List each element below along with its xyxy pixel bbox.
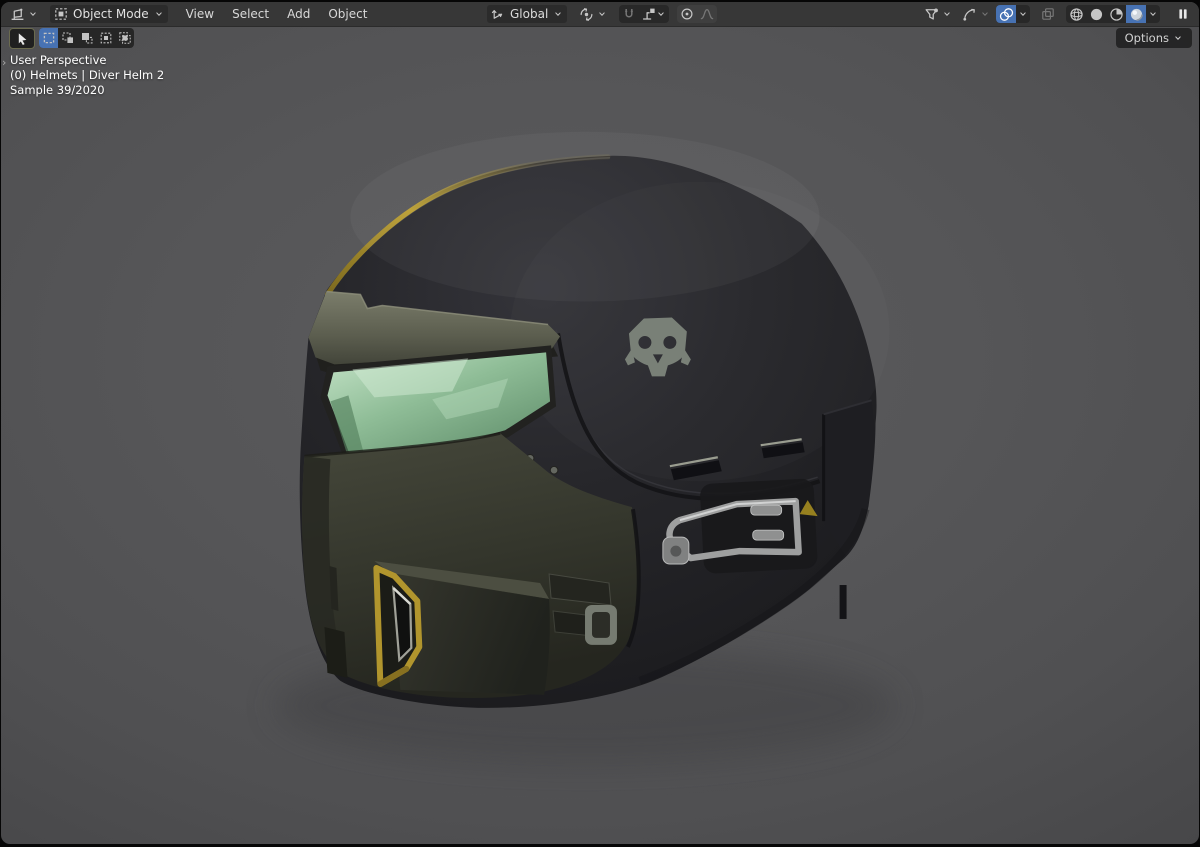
xray-toggle-icon (1041, 7, 1055, 21)
helmet-object (275, 131, 895, 764)
snap-target-icon (642, 7, 656, 21)
shading-solid-button[interactable] (1086, 5, 1106, 23)
select-mode-set[interactable] (39, 28, 58, 48)
filter-funnel-icon (924, 7, 939, 22)
options-label: Options (1124, 31, 1169, 45)
pivot-point-icon (579, 7, 594, 22)
proportional-editing-icon (680, 7, 694, 21)
magnet-icon (622, 7, 636, 21)
rear-slot (839, 585, 847, 619)
select-mode-intersect[interactable] (115, 28, 134, 48)
clamp-pin (670, 545, 682, 557)
shading-material-button[interactable] (1106, 5, 1126, 23)
select-mode-invert[interactable] (96, 28, 115, 48)
orientation-label: Global (510, 7, 549, 21)
clamp-bar-2 (752, 529, 785, 541)
blender-window: Object Mode View Select Add Object Globa… (0, 0, 1200, 847)
shading-solid-icon (1089, 7, 1104, 22)
menu-object[interactable]: Object (320, 4, 375, 24)
shading-dropdown[interactable] (1146, 5, 1160, 23)
overlays-group (996, 5, 1030, 23)
orientation-axes-icon (491, 7, 505, 21)
region-toggle-arrow-icon[interactable]: › (2, 56, 6, 69)
shading-wireframe-button[interactable] (1066, 5, 1086, 23)
mode-selector[interactable]: Object Mode (50, 5, 168, 23)
active-object-text: (0) Helmets | Diver Helm 2 (10, 68, 165, 83)
3d-viewport[interactable]: Object Mode View Select Add Object Globa… (1, 2, 1199, 844)
render-pause-button[interactable] (1172, 5, 1194, 23)
proportional-editing-toggle[interactable] (677, 5, 697, 23)
chevron-down-icon (553, 9, 563, 19)
viewport-info-overlay: User Perspective (0) Helmets | Diver Hel… (10, 53, 164, 99)
tweak-cursor-icon (15, 32, 29, 46)
proportional-falloff-selector[interactable] (697, 5, 717, 23)
snout-bracket-inner (592, 611, 610, 638)
chevron-down-icon (1148, 9, 1158, 19)
shading-rendered-button[interactable] (1126, 5, 1146, 23)
object-type-visibility-selector[interactable] (920, 5, 956, 23)
select-set-icon (42, 31, 56, 45)
object-mode-icon (54, 7, 68, 21)
transform-orientation-selector[interactable]: Global (487, 5, 568, 23)
shading-material-icon (1109, 7, 1124, 22)
select-mode-extend[interactable] (58, 28, 77, 48)
chevron-down-icon (656, 9, 666, 19)
select-subtract-icon (80, 31, 94, 45)
mode-label: Object Mode (73, 7, 149, 21)
pause-icon (1176, 7, 1190, 21)
rivet-2 (549, 465, 559, 475)
menu-add[interactable]: Add (279, 4, 318, 24)
tool-settings-row: Options (1, 28, 1199, 49)
chevron-down-icon (1173, 33, 1183, 43)
falloff-curve-icon (700, 7, 714, 21)
chevron-down-icon (597, 9, 607, 19)
shading-rendered-icon (1129, 7, 1144, 22)
xray-toggle[interactable] (1038, 5, 1058, 23)
editor-type-selector[interactable] (6, 5, 42, 23)
viewport-header: Object Mode View Select Add Object Globa… (1, 2, 1199, 27)
overlays-dropdown[interactable] (1016, 5, 1030, 23)
proportional-editing-group (677, 5, 718, 23)
select-mode-group (39, 28, 134, 48)
shading-mode-group (1066, 5, 1160, 23)
select-mode-subtract[interactable] (77, 28, 96, 48)
chevron-down-icon (154, 9, 164, 19)
render-sample-text: Sample 39/2020 (10, 83, 105, 98)
gizmo-arc-icon (962, 7, 977, 22)
gizmos-toggle[interactable] (958, 5, 994, 23)
select-extend-icon (61, 31, 75, 45)
shading-wireframe-icon (1069, 7, 1084, 22)
menu-view[interactable]: View (178, 4, 222, 24)
chevron-down-icon (28, 9, 38, 19)
snap-toggle-button[interactable] (619, 5, 639, 23)
pivot-point-selector[interactable] (575, 5, 611, 23)
view-name-text: User Perspective (10, 53, 107, 67)
editor-3d-viewport-icon (10, 7, 25, 22)
overlays-icon (999, 7, 1014, 22)
snap-target-selector[interactable] (639, 5, 669, 23)
chevron-down-icon (942, 9, 952, 19)
chevron-down-icon (980, 9, 990, 19)
jaw-slot-1 (324, 626, 348, 678)
chevron-down-icon (1018, 9, 1028, 19)
menu-select[interactable]: Select (224, 4, 277, 24)
options-button[interactable]: Options (1115, 28, 1192, 48)
select-invert-icon (99, 31, 113, 45)
select-intersect-icon (118, 31, 132, 45)
rendered-scene-helmet[interactable] (1, 2, 1199, 844)
active-tool-tweak-button[interactable] (9, 28, 35, 49)
clamp-bar-1 (750, 504, 783, 516)
overlays-toggle[interactable] (996, 5, 1016, 23)
rear-panel (823, 400, 875, 557)
snapping-group (619, 5, 670, 23)
